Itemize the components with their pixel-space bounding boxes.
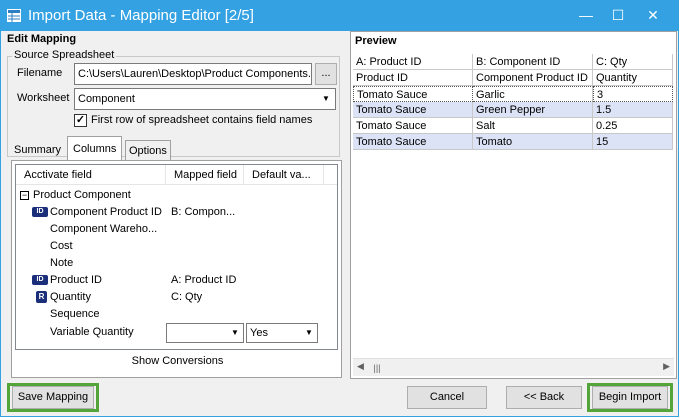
field-name: Component Wareho... <box>50 223 158 235</box>
field-name: Component Product ID <box>50 206 162 218</box>
panel-splitter[interactable] <box>344 31 349 378</box>
maximize-button[interactable]: ☐ <box>605 5 631 25</box>
key-icon: ID <box>32 207 48 217</box>
preview-column-b[interactable]: B: Component ID <box>473 54 593 70</box>
mapped-field[interactable]: C: Qty <box>171 289 202 306</box>
chevron-down-icon: ▼ <box>231 328 239 337</box>
client-area: Edit Mapping Source Spreadsheet Filename… <box>1 31 678 416</box>
import-data-window: Import Data - Mapping Editor [2/5] — ☐ ✕… <box>0 0 679 417</box>
preview-cell[interactable]: Tomato Sauce <box>353 86 473 102</box>
field-name: Quantity <box>50 291 91 303</box>
table-row[interactable]: ID Component Product ID B: Compon... <box>16 204 337 221</box>
preview-cell[interactable]: Salt <box>473 118 593 134</box>
mapped-field[interactable]: A: Product ID <box>171 272 236 289</box>
save-mapping-button[interactable]: Save Mapping <box>12 386 94 409</box>
worksheet-label: Worksheet <box>17 92 70 104</box>
columns-tab-panel: Acctivate field Mapped field Default va.… <box>11 160 342 378</box>
preview-cell[interactable]: Garlic <box>473 86 593 102</box>
table-row[interactable]: R Quantity C: Qty <box>16 289 337 306</box>
chevron-down-icon: ▼ <box>305 328 313 337</box>
table-row[interactable]: Component Wareho... <box>16 221 337 238</box>
preview-cell[interactable]: 0.25 <box>593 118 673 134</box>
browse-button[interactable]: ... <box>315 63 337 85</box>
mapped-field[interactable]: B: Compon... <box>171 204 235 221</box>
edit-mapping-panel: Edit Mapping Source Spreadsheet Filename… <box>3 31 343 378</box>
tab-columns[interactable]: Columns <box>67 136 123 161</box>
preview-header-cell: Component Product ID <box>473 70 593 86</box>
horizontal-scrollbar[interactable]: ◀ ||| ▶ <box>353 358 674 376</box>
title-bar[interactable]: Import Data - Mapping Editor [2/5] — ☐ ✕ <box>0 0 679 31</box>
app-icon <box>7 9 21 22</box>
field-name: Variable Quantity <box>50 326 134 338</box>
source-spreadsheet-legend: Source Spreadsheet <box>12 49 117 61</box>
table-row[interactable]: Cost <box>16 238 337 255</box>
table-row[interactable]: Note <box>16 255 337 272</box>
preview-cell[interactable]: 1.5 <box>593 102 673 118</box>
default-value-select[interactable]: Yes ▼ <box>246 323 318 343</box>
preview-column-c[interactable]: C: Qty <box>593 54 673 70</box>
first-row-label: First row of spreadsheet contains field … <box>91 114 313 126</box>
preview-cell[interactable]: Tomato Sauce <box>353 102 473 118</box>
first-row-checkbox[interactable]: ✓ <box>74 114 87 127</box>
group-row[interactable]: − Product Component <box>16 187 337 204</box>
scroll-thumb[interactable]: ||| <box>367 362 387 374</box>
preview-column-a[interactable]: A: Product ID <box>353 54 473 70</box>
begin-import-button[interactable]: Begin Import <box>592 386 668 409</box>
preview-grid: A: Product ID B: Component ID C: Qty Pro… <box>353 54 674 357</box>
preview-header-cell: Product ID <box>353 70 473 86</box>
grid-header: Acctivate field Mapped field Default va.… <box>16 165 337 185</box>
required-icon: R <box>36 291 47 303</box>
filename-field[interactable]: C:\Users\Lauren\Desktop\Product Componen… <box>74 63 312 85</box>
worksheet-value: Component <box>78 93 135 105</box>
tab-summary[interactable]: Summary <box>11 140 64 161</box>
back-button[interactable]: << Back <box>506 386 582 409</box>
collapse-icon[interactable]: − <box>20 191 29 200</box>
field-name: Product ID <box>50 274 102 286</box>
mapping-tabs: Summary Columns Options <box>11 136 341 161</box>
preview-cell[interactable]: Green Pepper <box>473 102 593 118</box>
header-mapped-field[interactable]: Mapped field <box>166 165 244 185</box>
minimize-button[interactable]: — <box>573 5 599 25</box>
preview-cell[interactable]: Tomato <box>473 134 593 150</box>
preview-heading: Preview <box>355 35 397 47</box>
key-icon: ID <box>32 275 48 285</box>
preview-cell[interactable]: 3 <box>593 86 673 102</box>
field-name: Cost <box>50 240 73 252</box>
filename-label: Filename <box>17 67 63 79</box>
field-name: Note <box>50 257 74 269</box>
preview-cell[interactable]: Tomato Sauce <box>353 118 473 134</box>
button-bar: Save Mapping Cancel << Back Begin Import <box>1 379 678 416</box>
scroll-right-icon[interactable]: ▶ <box>663 361 670 372</box>
field-mapping-grid: Acctivate field Mapped field Default va.… <box>15 164 338 350</box>
preview-panel: Preview A: Product ID B: Component ID C:… <box>350 31 677 379</box>
close-button[interactable]: ✕ <box>640 5 666 25</box>
field-name: Sequence <box>50 308 100 320</box>
tab-options[interactable]: Options <box>125 140 171 161</box>
header-default-value[interactable]: Default va... <box>244 165 324 185</box>
worksheet-select[interactable]: Component ▼ <box>74 88 336 110</box>
mapped-field-select[interactable]: ▼ <box>166 323 244 343</box>
header-acctivate-field[interactable]: Acctivate field <box>16 165 166 185</box>
show-conversions-link[interactable]: Show Conversions <box>12 355 343 367</box>
table-row[interactable]: Sequence <box>16 306 337 323</box>
preview-cell[interactable]: 15 <box>593 134 673 150</box>
preview-header-cell: Quantity <box>593 70 673 86</box>
preview-cell[interactable]: Tomato Sauce <box>353 134 473 150</box>
group-label: Product Component <box>33 189 131 201</box>
cancel-button[interactable]: Cancel <box>407 386 487 409</box>
table-row[interactable]: Variable Quantity ▼ Yes ▼ <box>16 323 337 344</box>
edit-mapping-heading: Edit Mapping <box>7 33 77 45</box>
default-value: Yes <box>250 327 268 339</box>
chevron-down-icon: ▼ <box>322 94 330 103</box>
window-title: Import Data - Mapping Editor [2/5] <box>28 7 254 24</box>
table-row[interactable]: ID Product ID A: Product ID <box>16 272 337 289</box>
scroll-left-icon[interactable]: ◀ <box>357 361 364 372</box>
